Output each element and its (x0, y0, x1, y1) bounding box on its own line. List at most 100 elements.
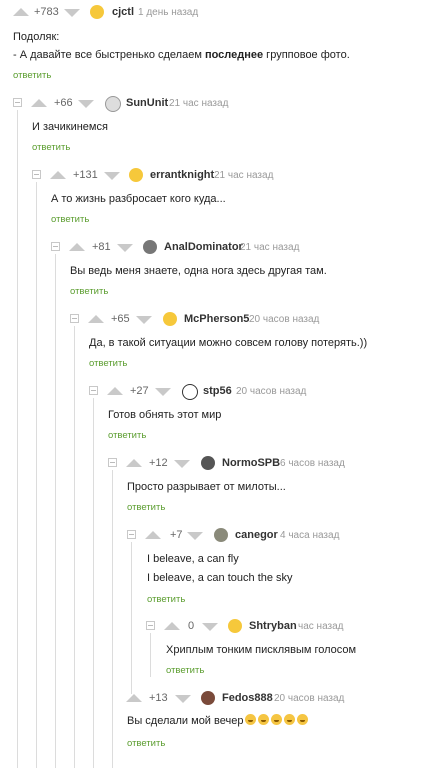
comment-username[interactable]: canegor (235, 529, 278, 542)
comment-username[interactable]: stp56 (203, 385, 232, 398)
reply-link[interactable]: ответить (51, 214, 89, 226)
thread-line (36, 182, 37, 768)
reply-link[interactable]: ответить (70, 286, 108, 298)
comment-username[interactable]: cjctl (112, 6, 134, 19)
collapse-thread-icon[interactable] (89, 386, 98, 395)
laughing-emoji-icon (258, 714, 270, 725)
comment-text: I beleave, a can fly (147, 553, 239, 565)
upvote-arrow-icon[interactable] (107, 387, 123, 395)
avatar (228, 619, 242, 633)
upvote-arrow-icon[interactable] (126, 459, 142, 467)
comment-rating: 0 (188, 620, 195, 632)
comment-rating: +65 (111, 313, 130, 325)
comment-username[interactable]: McPherson5 (184, 313, 249, 326)
reply-link[interactable]: ответить (166, 665, 204, 677)
comment-text: Просто разрывает от милоты... (127, 481, 286, 493)
collapse-thread-icon[interactable] (127, 530, 136, 539)
collapse-thread-icon[interactable] (51, 242, 60, 251)
reply-link[interactable]: ответить (13, 70, 51, 82)
upvote-arrow-icon[interactable] (31, 99, 47, 107)
laughing-emoji-icon (284, 714, 296, 725)
avatar (105, 96, 121, 112)
comment-text: Вы сделали мой вечер (127, 714, 309, 729)
downvote-arrow-icon[interactable] (104, 172, 120, 180)
laughing-emoji-icon (245, 714, 257, 725)
downvote-arrow-icon[interactable] (174, 460, 190, 468)
collapse-thread-icon[interactable] (70, 314, 79, 323)
collapse-thread-icon[interactable] (108, 458, 117, 467)
avatar (201, 691, 215, 705)
comment-text: Хриплым тонким писклявым голосом (166, 644, 357, 656)
comment-username[interactable]: NormoSPB (222, 457, 280, 470)
comment-time: 21 час назад (169, 98, 229, 109)
reply-link[interactable]: ответить (127, 738, 165, 750)
comment-time: 20 часов назад (274, 693, 345, 704)
upvote-arrow-icon[interactable] (88, 315, 104, 323)
avatar (129, 168, 143, 182)
avatar (90, 5, 104, 19)
comment-text: Вы ведь меня знаете, одна нога здесь дру… (70, 265, 327, 277)
comment-rating: +783 (34, 6, 59, 18)
comment-text-part: Вы сделали мой вечер (127, 715, 244, 727)
comment-rating: +7 (170, 529, 183, 541)
downvote-arrow-icon[interactable] (64, 9, 80, 17)
comment-time: 20 часов назад (249, 314, 320, 325)
reply-link[interactable]: ответить (127, 502, 165, 514)
downvote-arrow-icon[interactable] (155, 388, 171, 396)
upvote-arrow-icon[interactable] (126, 694, 142, 702)
comment-rating: +13 (149, 692, 168, 704)
comment-text-bold: последнее (204, 49, 264, 61)
avatar (201, 456, 215, 470)
comment-username[interactable]: errantknight (150, 169, 214, 182)
comment-text-part: - А давайте все быстренько сделаем (13, 49, 205, 61)
comment-time: 20 часов назад (236, 386, 307, 397)
reply-link[interactable]: ответить (147, 594, 185, 606)
comment-time: 4 часа назад (280, 530, 340, 541)
thread-line (55, 254, 56, 768)
collapse-thread-icon[interactable] (13, 98, 22, 107)
comment-username[interactable]: SunUnit (126, 97, 168, 110)
thread-line (93, 398, 94, 768)
upvote-arrow-icon[interactable] (13, 8, 29, 16)
comment-text: Подоляк: (13, 31, 60, 43)
comment-text-part: групповое фото. (263, 49, 350, 61)
comment-text: Да, в такой ситуации можно совсем голову… (89, 337, 368, 349)
upvote-arrow-icon[interactable] (50, 171, 66, 179)
comment-time: 1 день назад (138, 7, 199, 18)
avatar (163, 312, 177, 326)
downvote-arrow-icon[interactable] (117, 244, 133, 252)
collapse-thread-icon[interactable] (32, 170, 41, 179)
thread-line (150, 633, 151, 677)
reply-link[interactable]: ответить (32, 142, 70, 154)
thread-line (131, 542, 132, 694)
collapse-thread-icon[interactable] (146, 621, 155, 630)
comment-rating: +12 (149, 457, 168, 469)
downvote-arrow-icon[interactable] (78, 100, 94, 108)
upvote-arrow-icon[interactable] (164, 622, 180, 630)
comment-text: I beleave, a can touch the sky (147, 572, 293, 584)
comment-rating: +66 (54, 97, 73, 109)
downvote-arrow-icon[interactable] (136, 316, 152, 324)
downvote-arrow-icon[interactable] (187, 532, 203, 540)
upvote-arrow-icon[interactable] (145, 531, 161, 539)
thread-line (74, 326, 75, 768)
comment-username[interactable]: AnalDominator (164, 241, 243, 254)
reply-link[interactable]: ответить (108, 430, 146, 442)
upvote-arrow-icon[interactable] (69, 243, 85, 251)
comment-time: 21 час назад (240, 242, 300, 253)
avatar (143, 240, 157, 254)
comment-time: час назад (298, 621, 344, 632)
downvote-arrow-icon[interactable] (175, 695, 191, 703)
comment-rating: +27 (130, 385, 149, 397)
avatar (214, 528, 228, 542)
reply-link[interactable]: ответить (89, 358, 127, 370)
comment-username[interactable]: Shtryban (249, 620, 297, 633)
laughing-emoji-icon (297, 714, 309, 725)
comment-username[interactable]: Fedos888 (222, 692, 273, 705)
thread-line (112, 470, 113, 768)
comment-text: - А давайте все быстренько сделаем после… (13, 48, 350, 63)
comment-time: 21 час назад (214, 170, 274, 181)
laughing-emoji-icon (271, 714, 283, 725)
comment-text: Готов обнять этот мир (108, 409, 222, 421)
downvote-arrow-icon[interactable] (202, 623, 218, 631)
